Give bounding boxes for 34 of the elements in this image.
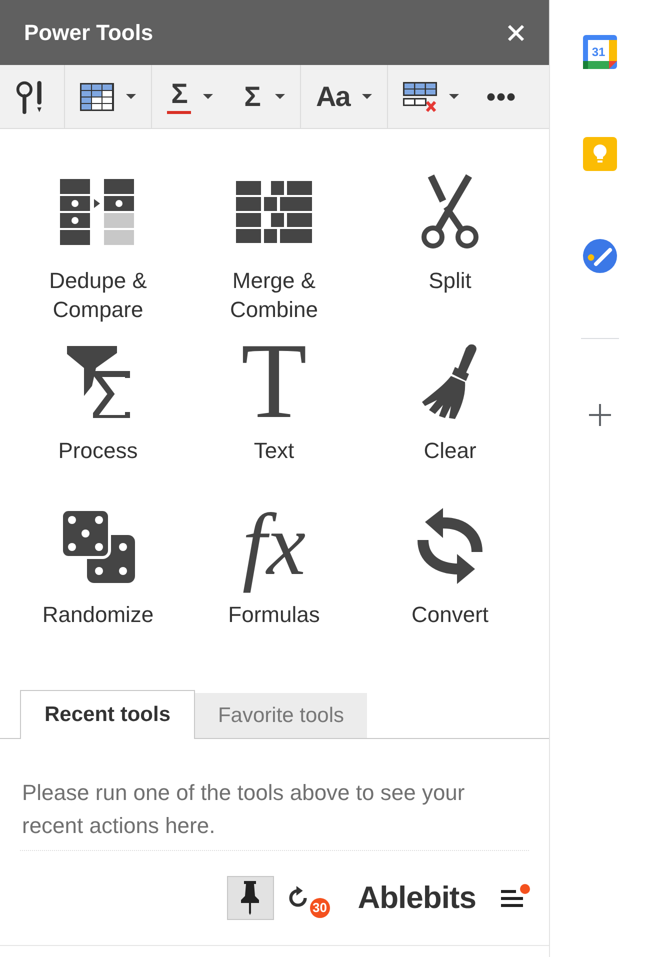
check-circle-icon[interactable]	[583, 239, 617, 273]
tab[interactable]: Recent tools	[20, 690, 195, 739]
tool-button[interactable]: Merge & Combine	[224, 166, 324, 324]
serif-letter-icon: T	[241, 338, 307, 426]
funnel-sigma-icon	[66, 346, 130, 418]
pushpin-icon	[240, 881, 260, 915]
empty-state-message: Please run one of the tools above to see your recent actions here.	[21, 779, 466, 840]
tool-button[interactable]: Clear	[414, 336, 486, 465]
swap-arrows-icon	[414, 506, 485, 586]
toolbar-button[interactable]: Aa	[302, 65, 386, 128]
tool-button[interactable]: Split	[415, 166, 485, 295]
dice-icon	[60, 508, 136, 584]
add-icon[interactable]	[589, 404, 611, 426]
brick-grid-icon	[236, 181, 312, 243]
tool-button[interactable]: Process	[52, 336, 144, 465]
more-icon	[486, 92, 515, 100]
count-badge: 30	[310, 898, 330, 918]
tab[interactable]: Favorite tools	[195, 693, 367, 738]
tool-button[interactable]: Convert	[405, 500, 495, 629]
table-icon	[80, 82, 114, 110]
calendar-icon[interactable]: 31	[583, 35, 617, 69]
pin-button[interactable]	[226, 876, 274, 920]
toolbar-button[interactable]: Σ	[227, 65, 299, 128]
brand-logo[interactable]: Ablebits	[358, 880, 476, 916]
tool-button[interactable]: Randomize	[36, 500, 160, 629]
menu-icon[interactable]	[501, 890, 523, 906]
close-icon[interactable]	[507, 24, 525, 42]
toolbar-button[interactable]: Σ	[153, 65, 227, 128]
tool-button[interactable]: Dedupe & Compare	[43, 166, 153, 324]
tool-button[interactable]: T Text	[235, 336, 313, 465]
panel-title: Power Tools	[24, 20, 154, 46]
table-delete-icon	[402, 82, 437, 112]
table-compare-icon	[60, 179, 136, 245]
scissors-icon	[421, 174, 479, 250]
